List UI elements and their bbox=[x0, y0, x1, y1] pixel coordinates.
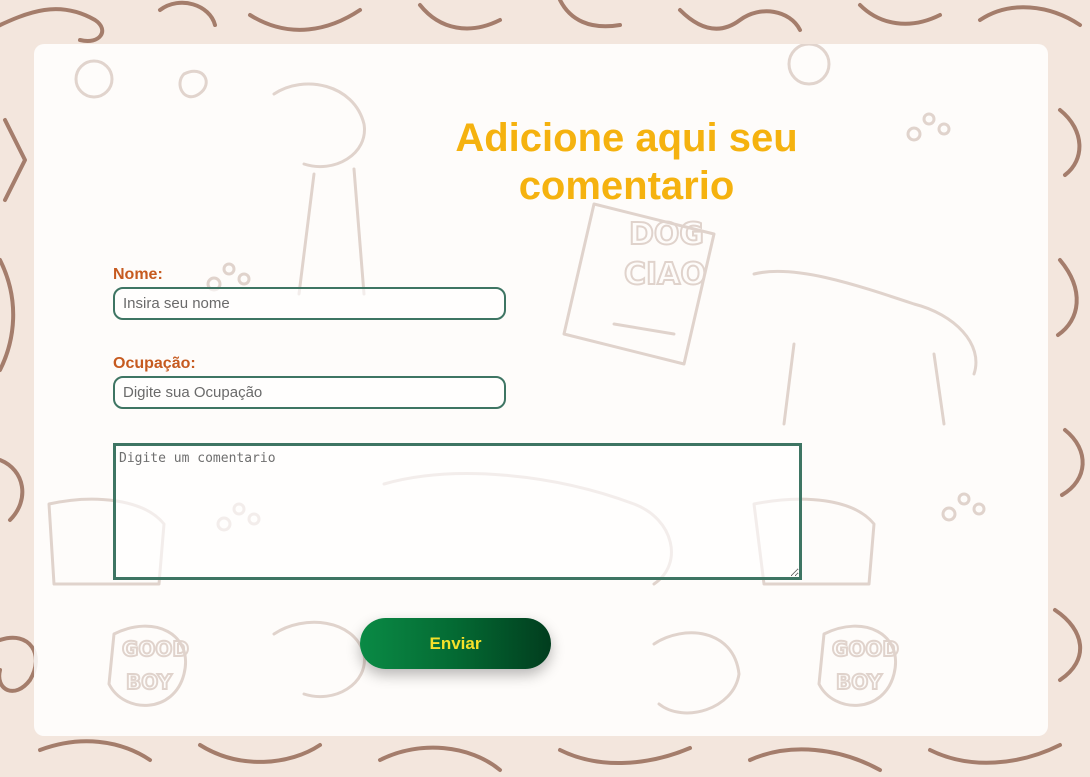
doodle-text-good-left: GOOD bbox=[122, 637, 189, 661]
occupation-input[interactable] bbox=[113, 376, 506, 409]
comment-textarea[interactable] bbox=[113, 443, 802, 580]
page-title: Adicione aqui seu comentario bbox=[455, 116, 798, 208]
name-label: Nome: bbox=[113, 266, 163, 283]
doodle-text-dog: DOG bbox=[629, 217, 704, 252]
comment-form-card: DOG CIAO GOOD BOY GOOD BOY Adicione aqui… bbox=[34, 44, 1048, 736]
name-input[interactable] bbox=[113, 287, 506, 320]
occupation-label: Ocupação: bbox=[113, 355, 196, 372]
submit-button[interactable]: Enviar bbox=[360, 618, 551, 669]
doodle-text-boy-right: BOY bbox=[836, 670, 883, 694]
doodle-text-ciao: CIAO bbox=[624, 257, 706, 292]
doodle-text-good-right: GOOD bbox=[832, 637, 899, 661]
doodle-text-boy-left: BOY bbox=[126, 670, 173, 694]
